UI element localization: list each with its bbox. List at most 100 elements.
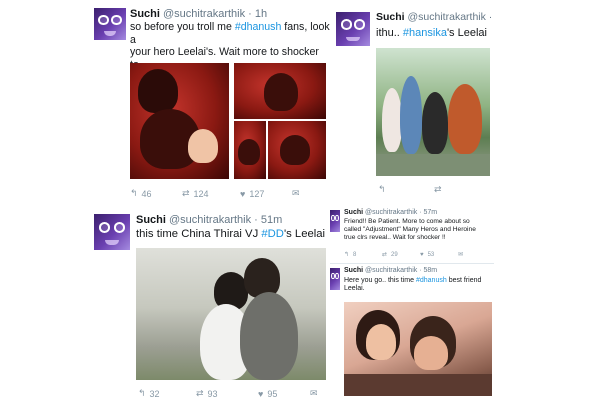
tweet-photo[interactable]	[344, 302, 492, 396]
more-button[interactable]: ✉	[458, 251, 467, 258]
tweet-header: Suchi @suchitrakarthik · 1h	[130, 8, 267, 20]
glasses-icon	[99, 221, 125, 233]
tweet-photo-3[interactable]	[234, 121, 266, 179]
tweet-photo[interactable]	[136, 248, 326, 380]
tweet-photo-main[interactable]	[130, 63, 229, 179]
avatar[interactable]	[94, 214, 130, 250]
retweet-button[interactable]: ⇄ 124	[182, 188, 240, 199]
hashtag-link[interactable]: #dhanush	[416, 277, 447, 284]
text-segment: best friend	[446, 277, 482, 284]
heart-icon: ♥	[258, 388, 264, 399]
tweet-time[interactable]: · 58m	[419, 267, 437, 274]
retweet-icon: ⇄	[196, 388, 204, 398]
reply-icon: ↰	[378, 184, 386, 194]
author-handle[interactable]: @suchitrakarthik	[408, 11, 486, 23]
like-count: 95	[267, 388, 278, 399]
reply-icon: ↰	[130, 188, 138, 198]
text-segment: 's Leelai	[283, 228, 326, 240]
text-line: Friend!! Be Patient. More to come about …	[344, 218, 470, 225]
glasses-icon	[331, 272, 339, 280]
tweet-text: ithu.. #hansika's Leelai	[376, 27, 492, 40]
tweet-text: this time China Thirai VJ #DD's Leelai	[136, 228, 330, 241]
tweet-photo[interactable]	[376, 48, 490, 176]
retweet-count: 93	[207, 388, 218, 399]
author-handle[interactable]: @suchitrakarthik	[365, 209, 417, 216]
tweet-actions: ↰ ⇄	[378, 184, 446, 195]
retweet-icon: ⇄	[182, 188, 190, 198]
retweet-count: 124	[193, 188, 209, 199]
text-segment: Here you go.. this time	[344, 277, 416, 284]
reply-button[interactable]: ↰ 46	[130, 188, 182, 199]
text-line: true clrs reveal.. Wait for shocker !!	[344, 233, 446, 241]
more-button[interactable]: ✉	[292, 188, 304, 199]
tweet-time[interactable]: · 57m	[419, 209, 437, 216]
tweet-header: Suchi @suchitrakarthik · 58m	[344, 267, 437, 274]
reply-icon: ↰	[344, 252, 350, 258]
tweet-header: Suchi @suchitrakarthik · 2	[376, 11, 492, 23]
text-segment: this time China Thirai VJ	[136, 228, 262, 240]
author-name[interactable]: Suchi	[130, 8, 160, 20]
hashtag-link[interactable]: #DD	[261, 228, 284, 240]
author-name[interactable]: Suchi	[344, 209, 363, 216]
tweet-actions: ↰ 32 ⇄ 93 ♥ 95 ✉	[138, 388, 322, 399]
hashtag-link[interactable]: #dhanush	[235, 21, 282, 33]
tweet-3: Suchi @suchitrakarthik · 51m this time C…	[88, 208, 330, 400]
author-name[interactable]: Suchi	[344, 267, 363, 274]
author-handle[interactable]: @suchitrakarthik	[365, 267, 417, 274]
tweet-5: Suchi @suchitrakarthik · 58m Here you go…	[330, 266, 494, 400]
heart-icon: ♥	[240, 188, 246, 199]
tweet-4: Suchi @suchitrakarthik · 57m Friend!! Be…	[330, 208, 494, 268]
glasses-icon	[331, 214, 339, 222]
avatar[interactable]	[330, 210, 340, 232]
tweet-text: Friend!! Be Patient. More to come about …	[344, 218, 494, 241]
text-segment: ithu..	[376, 27, 403, 39]
text-line: called "Adjustment" Many Heros and Heroi…	[344, 225, 476, 233]
reply-count: 8	[353, 251, 357, 258]
tweet-time[interactable]: · 1h	[248, 8, 267, 20]
reply-count: 46	[141, 188, 152, 199]
glasses-icon	[340, 19, 366, 30]
tweet-header: Suchi @suchitrakarthik · 57m	[344, 209, 437, 216]
text-segment: 's Leelai	[446, 27, 487, 39]
avatar[interactable]	[330, 268, 340, 290]
glasses-icon	[98, 15, 122, 25]
tweet-photo-4[interactable]	[268, 121, 326, 179]
reply-button[interactable]: ↰ 32	[138, 388, 196, 399]
reply-button[interactable]: ↰	[378, 184, 434, 195]
tweet-time[interactable]: · 51m	[254, 214, 282, 226]
message-icon: ✉	[310, 388, 318, 398]
author-name[interactable]: Suchi	[136, 214, 166, 226]
text-segment: so before you troll me	[130, 21, 235, 33]
hashtag-link[interactable]: #hansika	[403, 27, 447, 39]
like-button[interactable]: ♥ 127	[240, 189, 292, 199]
text-line: Leelai.	[344, 285, 365, 293]
tweet-actions: ↰ 46 ⇄ 124 ♥ 127 ✉	[130, 188, 304, 199]
message-icon: ✉	[292, 188, 300, 198]
more-button[interactable]: ✉	[310, 388, 322, 399]
tweet-photo-2[interactable]	[234, 63, 326, 119]
retweet-button[interactable]: ⇄ 29	[382, 251, 420, 259]
tweet-actions: ↰ 8 ⇄ 29 ♥ 53 ✉	[344, 251, 467, 259]
reply-count: 32	[149, 388, 160, 399]
like-count: 127	[249, 188, 265, 199]
retweet-button[interactable]: ⇄ 93	[196, 388, 258, 399]
tweet-1: Suchi @suchitrakarthik · 1h so before yo…	[88, 0, 330, 206]
like-button[interactable]: ♥ 95	[258, 389, 310, 399]
like-button[interactable]: ♥ 53	[420, 252, 458, 258]
message-icon: ✉	[458, 252, 464, 258]
like-count: 53	[427, 251, 435, 258]
reply-button[interactable]: ↰ 8	[344, 251, 382, 259]
retweet-icon: ⇄	[434, 184, 442, 194]
retweet-button[interactable]: ⇄	[434, 184, 446, 195]
tweet-header: Suchi @suchitrakarthik · 51m	[136, 214, 282, 226]
avatar[interactable]	[94, 8, 126, 40]
author-handle[interactable]: @suchitrakarthik	[163, 8, 245, 20]
avatar[interactable]	[336, 12, 370, 46]
divider	[330, 263, 494, 264]
tweet-2: Suchi @suchitrakarthik · 2 ithu.. #hansi…	[334, 0, 492, 206]
author-name[interactable]: Suchi	[376, 11, 405, 23]
retweet-icon: ⇄	[382, 252, 388, 258]
heart-icon: ♥	[420, 251, 424, 258]
tweet-time[interactable]: · 2	[489, 11, 492, 23]
author-handle[interactable]: @suchitrakarthik	[169, 214, 251, 226]
